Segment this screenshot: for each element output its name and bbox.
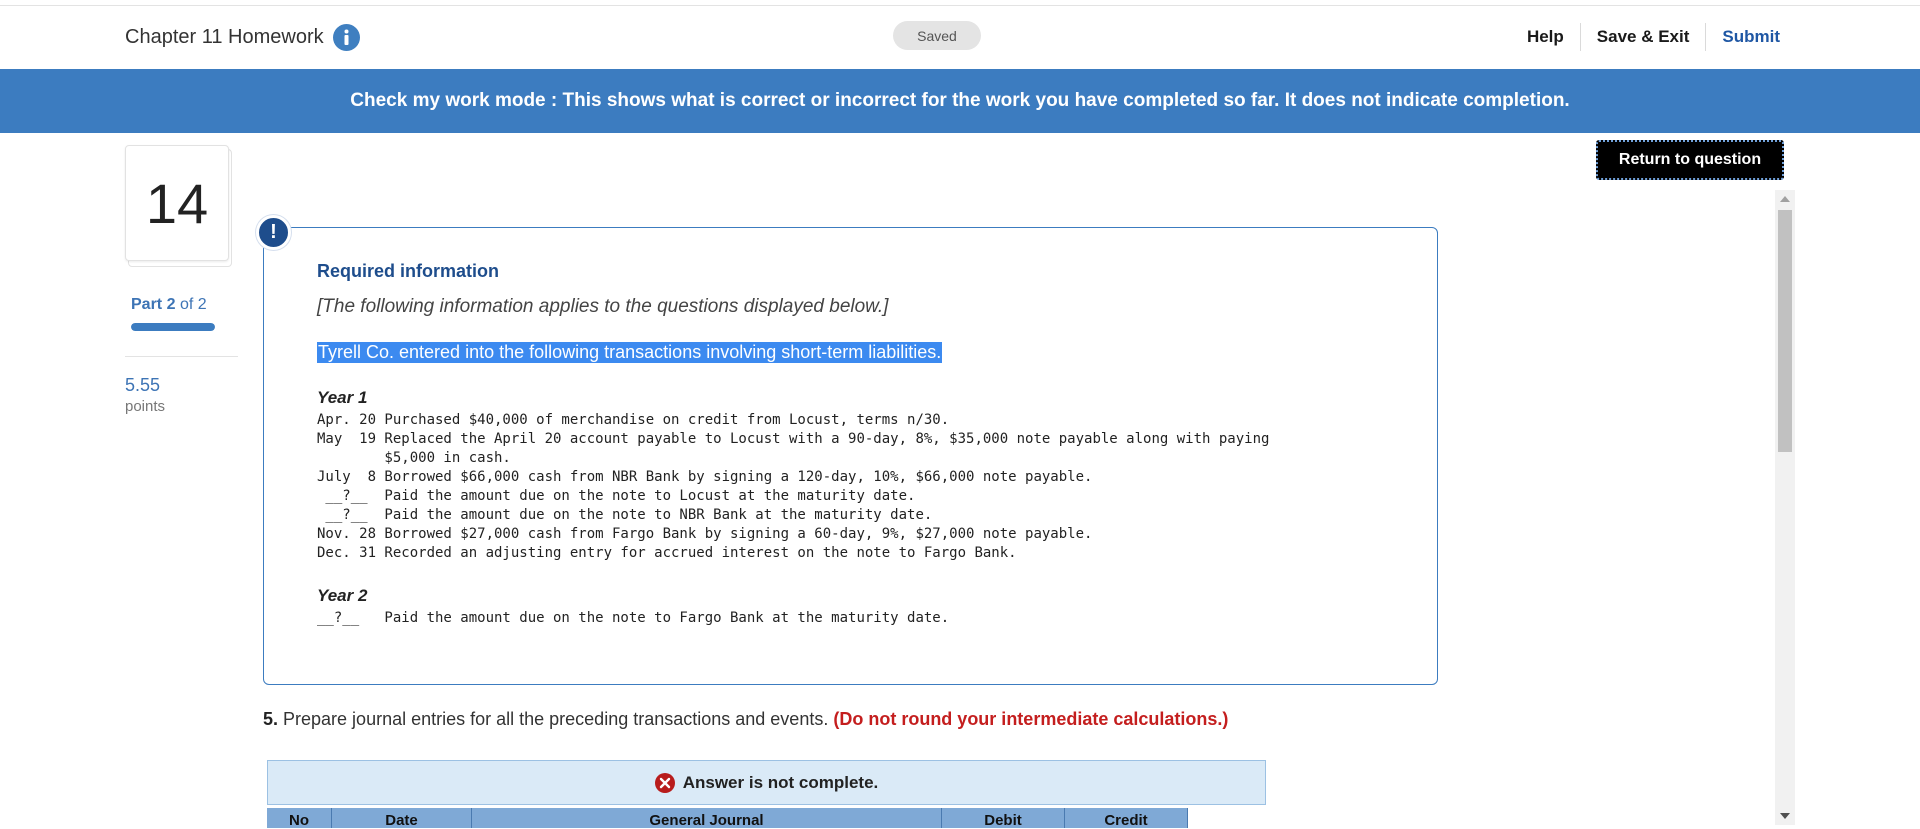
transaction-line: __?__ Paid the amount due on the note to… bbox=[317, 610, 950, 626]
return-to-question-button[interactable]: Return to question bbox=[1596, 140, 1784, 180]
question-rounding-note: (Do not round your intermediate calculat… bbox=[833, 709, 1229, 729]
transaction-line: July 8 Borrowed $66,000 cash from NBR Ba… bbox=[317, 469, 1093, 485]
check-my-work-banner: Check my work mode : This shows what is … bbox=[0, 69, 1920, 133]
part-progress-fill bbox=[131, 323, 215, 331]
column-header-no: No bbox=[267, 808, 332, 829]
header: Chapter 11 Homework Saved Help Save & Ex… bbox=[0, 6, 1920, 69]
part-current: 2 bbox=[166, 296, 176, 313]
header-nav: Help Save & Exit Submit bbox=[1511, 23, 1780, 51]
part-total: of 2 bbox=[179, 296, 207, 313]
save-exit-link[interactable]: Save & Exit bbox=[1581, 23, 1706, 51]
question-prompt-text: Prepare journal entries for all the prec… bbox=[278, 709, 834, 729]
part-label: Part bbox=[131, 296, 163, 313]
part-progress-bar bbox=[131, 323, 215, 331]
assignment-title-text: Chapter 11 Homework bbox=[125, 26, 324, 48]
journal-table-header: No Date General Journal Debit Credit bbox=[267, 808, 1188, 829]
intro-text: Tyrell Co. entered into the following tr… bbox=[317, 342, 943, 363]
transaction-line: Nov. 28 Borrowed $27,000 cash from Fargo… bbox=[317, 526, 1093, 542]
chevron-up-icon[interactable] bbox=[1775, 192, 1795, 206]
alert-icon: ! bbox=[256, 215, 291, 250]
part-indicator: Part 2 of 2 bbox=[131, 296, 207, 314]
scrollbar[interactable] bbox=[1775, 190, 1795, 825]
question-prompt: 5. Prepare journal entries for all the p… bbox=[263, 709, 1228, 730]
assignment-title: Chapter 11 Homework bbox=[125, 24, 360, 51]
submit-link[interactable]: Submit bbox=[1706, 23, 1780, 51]
scrollbar-thumb[interactable] bbox=[1778, 210, 1792, 452]
question-number: 14 bbox=[125, 145, 229, 261]
question-number-card: 14 bbox=[125, 145, 232, 267]
answer-status-bar: Answer is not complete. bbox=[267, 760, 1266, 805]
answer-status-text: Answer is not complete. bbox=[682, 772, 879, 792]
transaction-line: Apr. 20 Purchased $40,000 of merchandise… bbox=[317, 412, 950, 428]
transaction-line: __?__ Paid the amount due on the note to… bbox=[317, 488, 916, 504]
applies-note: [The following information applies to th… bbox=[317, 296, 889, 317]
transaction-line: May 19 Replaced the April 20 account pay… bbox=[317, 431, 1270, 447]
chevron-down-icon[interactable] bbox=[1775, 809, 1795, 823]
transaction-line: Dec. 31 Recorded an adjusting entry for … bbox=[317, 545, 1017, 561]
sidebar-divider bbox=[125, 356, 238, 357]
required-information-title: Required information bbox=[317, 261, 500, 281]
x-circle-icon bbox=[654, 772, 675, 793]
column-header-date: Date bbox=[332, 808, 472, 829]
points-label: points bbox=[125, 398, 166, 415]
required-information-box: Required information [The following info… bbox=[263, 227, 1438, 685]
column-header-credit: Credit bbox=[1065, 808, 1188, 829]
transaction-line: __?__ Paid the amount due on the note to… bbox=[317, 507, 933, 523]
year-1-heading: Year 1 bbox=[317, 388, 368, 407]
column-header-debit: Debit bbox=[942, 808, 1065, 829]
info-icon[interactable] bbox=[332, 24, 360, 51]
year-2-heading: Year 2 bbox=[317, 586, 368, 605]
saved-status-badge: Saved bbox=[893, 21, 981, 50]
transaction-line: $5,000 in cash. bbox=[317, 450, 511, 466]
question-part-number: 5. bbox=[263, 709, 279, 729]
points-value: 5.55 bbox=[125, 375, 161, 395]
column-header-general-journal: General Journal bbox=[472, 808, 942, 829]
help-link[interactable]: Help bbox=[1511, 23, 1580, 51]
